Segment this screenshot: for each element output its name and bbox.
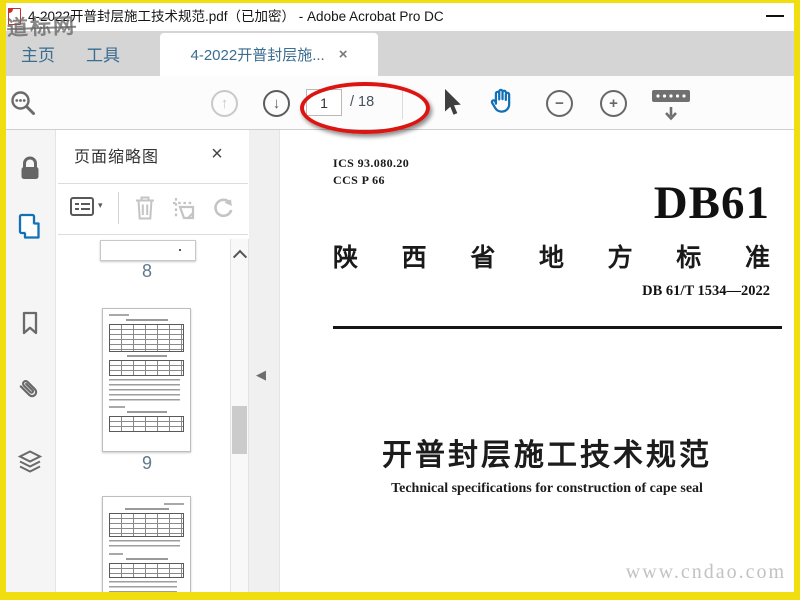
region-char: 省 — [470, 244, 496, 272]
down-arrow-icon: ↓ — [272, 95, 281, 112]
security-panel-button[interactable] — [14, 152, 46, 186]
doc-ics-code: ICS 93.080.20 — [333, 156, 410, 170]
rotate-icon — [214, 198, 233, 218]
doc-db61-logo: DB61 — [653, 177, 770, 229]
rotate-page-button[interactable] — [208, 193, 236, 223]
zoom-display-icon — [652, 90, 690, 121]
panel-divider — [58, 234, 248, 235]
navigation-rail — [6, 130, 56, 592]
thumbnail-options-button[interactable]: ▾ — [70, 196, 110, 220]
delete-page-button[interactable] — [132, 193, 158, 223]
tab-document[interactable]: 4-2022开普封层施... × — [160, 33, 378, 76]
bookmark-icon — [22, 311, 38, 335]
zoom-level-dropdown[interactable] — [650, 88, 692, 124]
paperclip-icon — [19, 380, 38, 398]
close-icon: × — [211, 142, 223, 165]
hand-icon — [490, 88, 511, 113]
title-bar: 4-2022开普封层施工技术规范.pdf（已加密） - Adobe Acroba… — [6, 3, 794, 31]
bookmarks-panel-button[interactable] — [14, 306, 46, 340]
tab-close-icon[interactable]: × — [339, 46, 348, 63]
thumbnail-page-8[interactable] — [100, 240, 196, 261]
thumbnail-page-10[interactable] — [102, 496, 191, 593]
panel-divider — [58, 183, 248, 184]
tab-home[interactable]: 主页 — [10, 36, 66, 76]
next-page-button[interactable]: ↓ — [263, 90, 290, 117]
layers-panel-button[interactable] — [14, 444, 46, 478]
zoom-out-button[interactable]: − — [546, 90, 573, 117]
panel-title: 页面缩略图 — [74, 149, 160, 166]
hand-tool-button[interactable] — [486, 86, 518, 118]
collapse-panel-button[interactable]: ◀ — [256, 367, 266, 383]
lock-icon — [21, 156, 39, 179]
window-border-bottom — [0, 592, 800, 600]
doc-standard-number: DB 61/T 1534—2022 — [642, 283, 770, 299]
up-arrow-icon: ↑ — [220, 95, 229, 112]
scrollbar-up-button[interactable] — [230, 244, 249, 264]
doc-title: 开普封层施工技术规范 — [382, 439, 712, 472]
window-border-top — [0, 0, 800, 3]
doc-subtitle: Technical specifications for constructio… — [391, 481, 703, 496]
cursor-arrow-icon — [445, 89, 461, 115]
crop-icon — [173, 198, 195, 220]
region-char: 标 — [676, 244, 702, 272]
search-icon[interactable] — [9, 89, 39, 119]
chevron-up-icon — [232, 249, 247, 264]
crop-pages-button[interactable] — [170, 195, 198, 221]
page-thumbnails-panel-button[interactable] — [14, 210, 46, 244]
tab-tools[interactable]: 工具 — [72, 36, 134, 76]
region-char: 准 — [744, 244, 770, 272]
doc-watermark: www.cndao.com — [625, 561, 786, 583]
doc-ccs-code: CCS P 66 — [333, 173, 385, 187]
pages-icon — [18, 213, 40, 239]
tab-document-label: 4-2022开普封层施... — [190, 47, 325, 64]
window-border-left — [0, 0, 6, 600]
minus-icon: − — [555, 95, 564, 112]
thumbnail-page-9[interactable] — [102, 308, 191, 452]
chevron-down-icon: ▾ — [98, 200, 103, 210]
minimize-icon — [766, 15, 784, 17]
doc-standard-name: 陕 西 省 地 方 标 准 — [333, 238, 770, 274]
previous-page-button[interactable]: ↑ — [211, 90, 238, 117]
minimize-button[interactable] — [758, 3, 792, 29]
panel-toolbar-separator — [118, 192, 119, 224]
tab-bar: 主页 工具 4-2022开普封层施... × — [6, 31, 794, 76]
doc-horizontal-rule — [333, 326, 782, 329]
panel-close-button[interactable]: × — [204, 141, 230, 167]
window-title: 4-2022开普封层施工技术规范.pdf（已加密） - Adobe Acroba… — [28, 9, 444, 24]
thumbnail-label-8: 8 — [141, 261, 152, 281]
acrobat-window: 4-2022开普封层施工技术规范.pdf（已加密） - Adobe Acroba… — [0, 0, 800, 600]
region-char: 陕 — [333, 244, 359, 272]
plus-icon: + — [609, 95, 618, 112]
options-list-icon — [70, 197, 94, 216]
panel-gutter — [249, 130, 280, 592]
zoom-in-button[interactable]: + — [600, 90, 627, 117]
region-char: 地 — [538, 244, 564, 272]
trash-icon — [136, 196, 154, 220]
layers-icon — [17, 450, 43, 473]
attachments-panel-button[interactable] — [14, 374, 46, 408]
site-watermark: 道标网 — [6, 14, 77, 41]
region-char: 方 — [607, 244, 633, 272]
red-circle-annotation — [300, 82, 430, 134]
thumbnail-label-9: 9 — [141, 453, 152, 473]
scrollbar-thumb[interactable] — [232, 406, 247, 454]
window-border-right — [794, 0, 800, 600]
region-char: 西 — [401, 244, 427, 272]
select-tool-button[interactable] — [438, 87, 464, 119]
